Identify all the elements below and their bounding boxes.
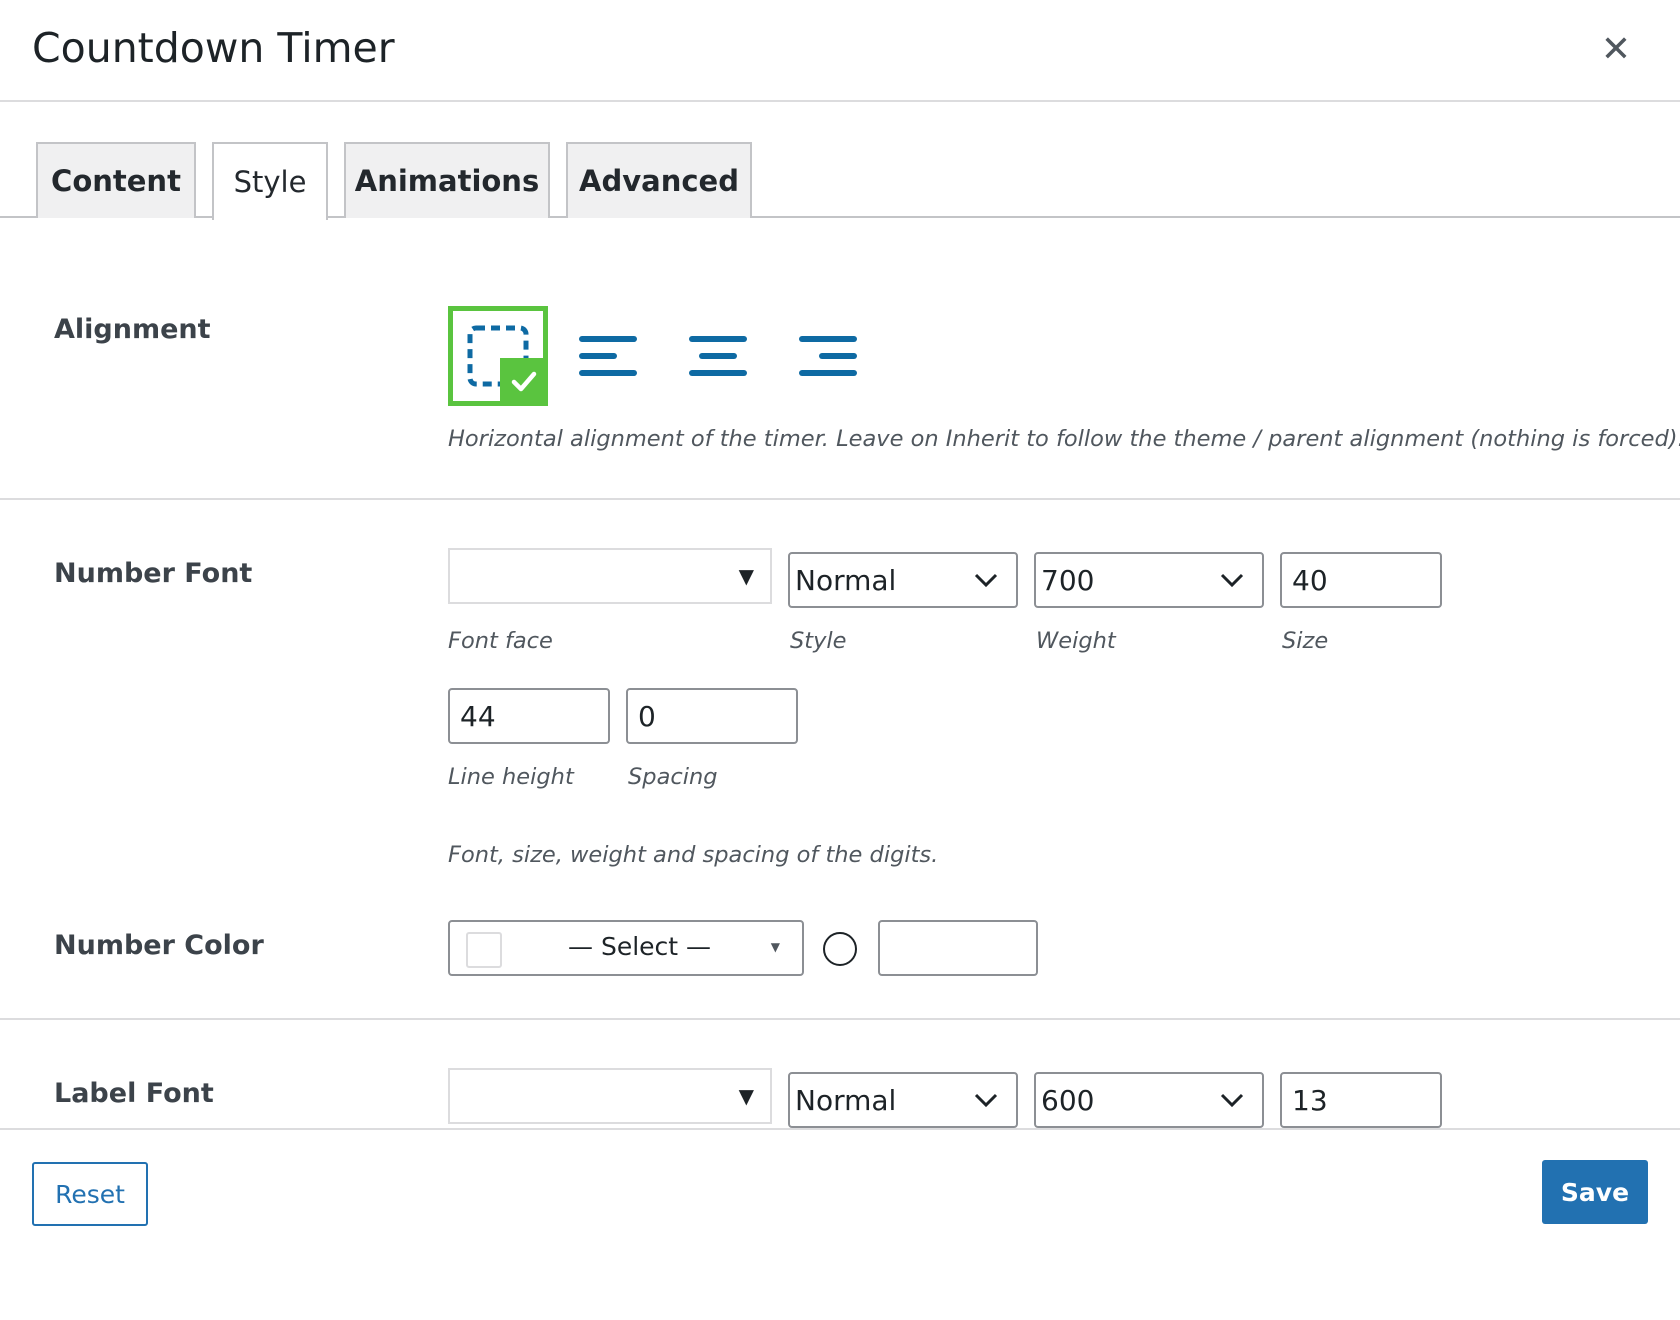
- number-font-style-value: Normal: [795, 563, 897, 597]
- number-font-label: Number Font: [54, 558, 253, 589]
- align-center-button[interactable]: [668, 306, 768, 406]
- tab-content[interactable]: Content: [36, 142, 196, 218]
- label-font-label: Label Font: [54, 1078, 214, 1109]
- dialog-title: Countdown Timer: [32, 24, 395, 72]
- align-right-icon: [799, 336, 857, 376]
- size-caption: Size: [1282, 628, 1329, 654]
- label-font-weight-value: 600: [1041, 1083, 1095, 1117]
- font-face-caption: Font face: [448, 628, 553, 654]
- line-height-caption: Line height: [448, 764, 574, 790]
- dropdown-arrow-icon: ▼: [738, 564, 754, 588]
- align-left-button[interactable]: [558, 306, 658, 406]
- color-swatch: [466, 932, 502, 968]
- spacing-caption: Spacing: [628, 764, 718, 790]
- chevron-down-icon: [1220, 1093, 1244, 1108]
- number-color-input[interactable]: [878, 920, 1038, 976]
- number-font-weight-select[interactable]: 700: [1034, 552, 1264, 608]
- section-divider: [0, 498, 1680, 500]
- save-button[interactable]: Save: [1542, 1160, 1648, 1224]
- number-font-style-select[interactable]: Normal: [788, 552, 1018, 608]
- label-font-style-value: Normal: [795, 1083, 897, 1117]
- tab-advanced[interactable]: Advanced: [566, 142, 752, 218]
- number-font-weight-value: 700: [1041, 563, 1095, 597]
- label-font-style-select[interactable]: Normal: [788, 1072, 1018, 1128]
- line-height-input[interactable]: 44: [448, 688, 610, 744]
- check-icon: [500, 358, 548, 406]
- align-center-icon: [689, 336, 747, 376]
- chevron-down-icon: [1220, 573, 1244, 588]
- chevron-down-icon: [974, 573, 998, 588]
- dialog-header: Countdown Timer ✕: [0, 0, 1680, 102]
- align-right-button[interactable]: [778, 306, 878, 406]
- number-font-hint: Font, size, weight and spacing of the di…: [448, 842, 939, 868]
- reset-button[interactable]: Reset: [32, 1162, 148, 1226]
- close-icon[interactable]: ✕: [1596, 30, 1636, 70]
- number-font-face-select[interactable]: ▼: [448, 548, 772, 604]
- chevron-down-icon: [974, 1093, 998, 1108]
- tab-style[interactable]: Style: [212, 142, 328, 220]
- alignment-label: Alignment: [54, 314, 211, 345]
- label-font-weight-select[interactable]: 600: [1034, 1072, 1264, 1128]
- number-font-size-input[interactable]: 40: [1280, 552, 1442, 608]
- weight-caption: Weight: [1036, 628, 1116, 654]
- spacing-input[interactable]: 0: [626, 688, 798, 744]
- color-select-text: — Select —: [568, 932, 712, 961]
- align-inherit-button[interactable]: [448, 306, 548, 406]
- dialog-footer: Reset Save: [0, 1128, 1680, 1320]
- number-color-select[interactable]: — Select — ▼: [448, 920, 804, 976]
- custom-color-radio[interactable]: [823, 932, 857, 966]
- tab-bar: Content Style Animations Advanced: [0, 102, 1680, 220]
- label-font-size-input[interactable]: 13: [1280, 1072, 1442, 1128]
- style-caption: Style: [790, 628, 847, 654]
- tab-animations[interactable]: Animations: [344, 142, 550, 218]
- align-left-icon: [579, 336, 637, 376]
- dropdown-arrow-icon: ▼: [738, 1084, 754, 1108]
- section-divider: [0, 1018, 1680, 1020]
- alignment-hint: Horizontal alignment of the timer. Leave…: [448, 426, 1680, 452]
- number-color-label: Number Color: [54, 930, 264, 961]
- style-panel: Alignment Horizontal alignment of the ti…: [0, 218, 1680, 1130]
- label-font-face-select[interactable]: ▼: [448, 1068, 772, 1124]
- dropdown-arrow-icon: ▼: [770, 940, 780, 954]
